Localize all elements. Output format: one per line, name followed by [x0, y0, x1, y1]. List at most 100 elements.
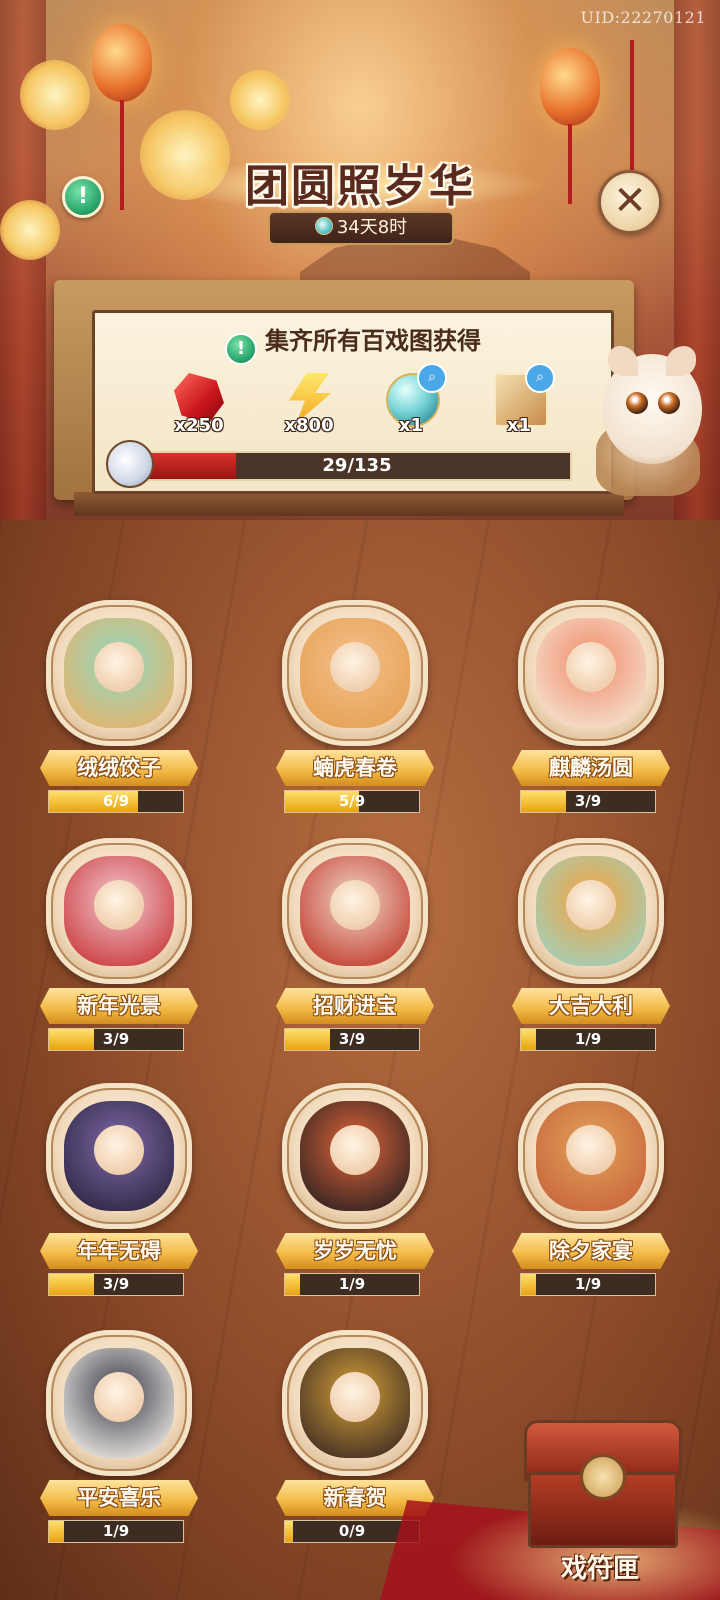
item-progress-label: 1/9 [574, 1275, 602, 1293]
item-progress-label: 1/9 [574, 1030, 602, 1048]
blossom [20, 60, 90, 130]
item-name: 年年无碍 [77, 1239, 161, 1263]
reward-item[interactable]: ⌕ x1 [479, 363, 559, 443]
item-name: 岁岁无忧 [313, 1239, 397, 1263]
collection-item[interactable]: 平安喜乐 1/9 [34, 1330, 204, 1560]
item-artwork [64, 618, 174, 728]
artwork-figure [94, 1125, 144, 1175]
item-name: 招财进宝 [313, 994, 397, 1018]
collection-item[interactable]: 岁岁无忧 1/9 [270, 1083, 440, 1313]
reward-qty: x800 [284, 415, 334, 436]
item-progress-label: 1/9 [338, 1275, 366, 1293]
treasure-chest-button[interactable] [524, 1420, 682, 1548]
item-artwork [300, 618, 410, 728]
cat-mascot [592, 344, 712, 484]
reward-qty: x1 [398, 415, 424, 436]
item-progress-label: 3/9 [102, 1030, 130, 1048]
item-name: 平安喜乐 [77, 1486, 161, 1510]
item-progress-label: 3/9 [574, 792, 602, 810]
reward-item[interactable]: x250 [159, 373, 239, 443]
item-medallion[interactable] [282, 1330, 428, 1476]
item-progress-label: 1/9 [102, 1522, 130, 1540]
artwork-figure [566, 880, 616, 930]
item-artwork [64, 1101, 174, 1211]
lantern [92, 24, 152, 102]
item-progress-label: 3/9 [102, 1275, 130, 1293]
reward-panel-heading: ! 集齐所有百戏图获得 [95, 321, 611, 365]
mascot-eye [658, 392, 680, 414]
collection-item[interactable]: 年年无碍 3/9 [34, 1083, 204, 1313]
item-name: 麒麟汤圆 [549, 756, 633, 780]
item-medallion[interactable] [46, 838, 192, 984]
mascot-ear [666, 346, 696, 376]
item-progress-bar: 1/9 [520, 1273, 656, 1296]
item-progress-label: 5/9 [338, 792, 366, 810]
teacup-icon [106, 440, 154, 488]
item-progress-bar: 1/9 [48, 1520, 184, 1543]
artwork-figure [94, 1372, 144, 1422]
item-progress-bar: 3/9 [48, 1273, 184, 1296]
artwork-figure [330, 1372, 380, 1422]
collection-item[interactable]: 除夕家宴 1/9 [506, 1083, 676, 1313]
artwork-figure [330, 642, 380, 692]
collection-item[interactable]: 新年光景 3/9 [34, 838, 204, 1068]
reward-item[interactable]: x800 [269, 373, 349, 443]
item-progress-bar: 5/9 [284, 790, 420, 813]
artwork-figure [566, 642, 616, 692]
item-name: 除夕家宴 [549, 1239, 633, 1263]
exclamation-icon[interactable]: ! [225, 333, 257, 365]
item-progress-bar: 1/9 [284, 1273, 420, 1296]
item-progress-bar: 3/9 [48, 1028, 184, 1051]
item-artwork [300, 856, 410, 966]
item-medallion[interactable] [282, 838, 428, 984]
close-button[interactable]: ✕ [598, 170, 662, 234]
item-medallion[interactable] [46, 1330, 192, 1476]
collection-item[interactable]: 大吉大利 1/9 [506, 838, 676, 1068]
blossom [230, 70, 290, 130]
artwork-figure [330, 880, 380, 930]
info-button[interactable]: ! [62, 176, 104, 218]
item-medallion[interactable] [282, 1083, 428, 1229]
reward-item[interactable]: ⌕ x1 [371, 363, 451, 443]
event-timer: 34天8时 [268, 211, 454, 245]
lantern [540, 48, 600, 126]
timer-text: 34天8时 [336, 217, 408, 238]
item-name: 大吉大利 [549, 994, 633, 1018]
item-medallion[interactable] [518, 1083, 664, 1229]
item-name: 蝻虎春卷 [313, 756, 397, 780]
item-name: 新年光景 [77, 994, 161, 1018]
item-artwork [536, 618, 646, 728]
collection-item[interactable]: 招财进宝 3/9 [270, 838, 440, 1068]
item-name: 绒绒饺子 [77, 756, 161, 780]
reward-qty: x250 [174, 415, 224, 436]
chest-lock-icon [580, 1454, 626, 1500]
item-medallion[interactable] [518, 838, 664, 984]
item-medallion[interactable] [46, 1083, 192, 1229]
item-artwork [300, 1101, 410, 1211]
collection-item[interactable]: 蝻虎春卷 5/9 [270, 600, 440, 830]
magnify-icon[interactable]: ⌕ [525, 363, 555, 393]
collection-item[interactable]: 绒绒饺子 6/9 [34, 600, 204, 830]
clock-icon [314, 217, 333, 235]
collection-progress-bar: 29/135 [142, 451, 572, 481]
artwork-figure [94, 880, 144, 930]
reward-qty: x1 [506, 415, 532, 436]
mascot-eye [626, 392, 648, 414]
item-artwork [64, 856, 174, 966]
item-progress-bar: 3/9 [284, 1028, 420, 1051]
item-progress-label: 6/9 [102, 792, 130, 810]
collection-item[interactable]: 麒麟汤圆 3/9 [506, 600, 676, 830]
magnify-icon[interactable]: ⌕ [417, 363, 447, 393]
item-progress-bar: 1/9 [520, 1028, 656, 1051]
reward-panel-base [74, 492, 624, 516]
item-medallion[interactable] [518, 600, 664, 746]
artwork-figure [94, 642, 144, 692]
chest-label[interactable]: 戏符匣 [540, 1548, 660, 1585]
item-medallion[interactable] [282, 600, 428, 746]
item-artwork [64, 1348, 174, 1458]
item-artwork [300, 1348, 410, 1458]
artwork-figure [566, 1125, 616, 1175]
uid-label: UID:22270121 [580, 8, 706, 27]
item-artwork [536, 1101, 646, 1211]
item-medallion[interactable] [46, 600, 192, 746]
